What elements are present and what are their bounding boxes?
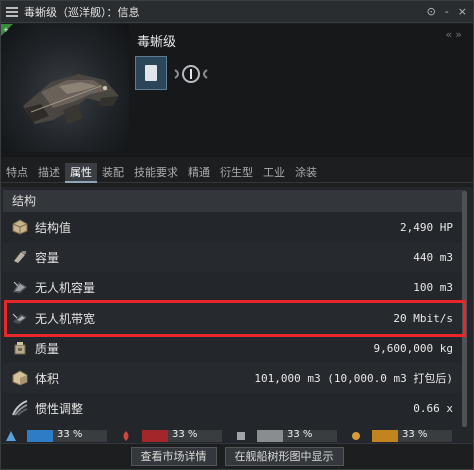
section-header-structure[interactable]: 结构 xyxy=(3,190,465,212)
faction-emblem-icon xyxy=(173,62,209,86)
drone-capacity-icon xyxy=(9,276,31,298)
attribute-value: 440 m3 xyxy=(413,250,453,264)
kinetic-resist: 33 % xyxy=(231,429,346,443)
attribute-value: 0.66 x xyxy=(413,401,453,415)
tab-industry[interactable]: 工业 xyxy=(258,163,290,183)
attribute-value: 9,600,000 kg xyxy=(373,341,453,355)
tab-traits[interactable]: 特点 xyxy=(1,163,33,183)
kinetic-resist-percent: 33 % xyxy=(287,429,313,440)
attribute-label: 体积 xyxy=(35,371,60,386)
attribute-row-capacity: 容量 440 m3 xyxy=(3,242,461,272)
kinetic-resist-fill xyxy=(257,430,284,442)
tab-skins[interactable]: 涂装 xyxy=(290,163,322,183)
volume-icon xyxy=(9,367,31,389)
mass-icon xyxy=(9,337,31,359)
structure-icon xyxy=(9,216,31,238)
info-window: 毒蜥级（巡洋舰）：信息 ⊙ - × + 毒蜥级 «» 特点 描述 属性 装配 技… xyxy=(0,0,474,470)
tab-skill-requirements[interactable]: 技能要求 xyxy=(129,163,183,183)
highlight-box xyxy=(4,300,466,337)
show-in-ship-tree-button[interactable]: 在舰船树形图中显示 xyxy=(224,447,344,466)
attribute-row-mass: 质量 9,600,000 kg xyxy=(3,333,461,363)
explosive-resist: 33 % xyxy=(346,429,461,443)
cargo-capacity-icon xyxy=(9,246,31,268)
attribute-value: 2,490 HP xyxy=(400,220,453,234)
tab-bar: 特点 描述 属性 装配 技能要求 精通 衍生型 工业 涂装 xyxy=(1,163,473,183)
menu-icon[interactable] xyxy=(6,6,18,17)
minimize-icon[interactable]: - xyxy=(445,5,449,19)
title-bar[interactable]: 毒蜥级（巡洋舰）：信息 ⊙ - × xyxy=(1,1,473,23)
attribute-label: 结构值 xyxy=(35,220,72,235)
view-market-details-button[interactable]: 查看市场详情 xyxy=(130,447,217,466)
thermal-resist-icon xyxy=(116,429,136,443)
tab-attributes[interactable]: 属性 xyxy=(65,163,97,183)
attribute-row-volume: 体积 101,000 m3 (10,000.0 m3 打包后) xyxy=(3,363,461,393)
explosive-resist-icon xyxy=(346,429,366,443)
attribute-value: 100 m3 xyxy=(413,280,453,294)
explosive-resist-percent: 33 % xyxy=(402,429,428,440)
tab-fitting[interactable]: 装配 xyxy=(97,163,129,183)
settings-icon[interactable]: ⊙ xyxy=(427,5,436,19)
resistance-bar: 33 % 33 % 33 % 33 % xyxy=(1,429,461,443)
footer-bar: 查看市场详情 在舰船树形图中显示 xyxy=(1,443,473,469)
em-resist-percent: 33 % xyxy=(57,429,83,440)
thermal-resist-percent: 33 % xyxy=(172,429,198,440)
em-resist-icon xyxy=(1,429,21,443)
svg-text:+: + xyxy=(3,26,9,34)
em-resist-fill xyxy=(27,430,54,442)
tab-description[interactable]: 描述 xyxy=(33,163,65,183)
attribute-row-inertia: 惯性调整 0.66 x xyxy=(3,393,461,423)
attribute-label: 质量 xyxy=(35,341,60,356)
attribute-label: 惯性调整 xyxy=(35,401,84,416)
thermal-resist-fill xyxy=(142,430,169,442)
kinetic-resist-icon xyxy=(231,429,251,443)
ship-image: + xyxy=(1,24,129,152)
collapse-chevron-icon[interactable]: «» xyxy=(446,28,465,41)
attribute-label: 容量 xyxy=(35,250,60,265)
close-icon[interactable]: × xyxy=(458,5,467,19)
attribute-row-drone-capacity: 无人机容量 100 m3 xyxy=(3,272,461,302)
ship-name: 毒蜥级 xyxy=(137,35,177,50)
attribute-row-structure: 结构值 2,490 HP xyxy=(3,212,461,242)
explosive-resist-fill xyxy=(372,430,399,442)
em-resist: 33 % xyxy=(1,429,116,443)
window-title: 毒蜥级（巡洋舰）：信息 xyxy=(24,5,140,19)
inertia-icon xyxy=(9,397,31,419)
skill-level-icon[interactable] xyxy=(135,56,167,90)
ship-header: + 毒蜥级 «» xyxy=(1,24,473,157)
thermal-resist: 33 % xyxy=(116,429,231,443)
attribute-label: 无人机容量 xyxy=(35,280,96,295)
tab-variations[interactable]: 衍生型 xyxy=(215,163,258,183)
attribute-value: 101,000 m3 (10,000.0 m3 打包后) xyxy=(254,372,453,385)
tab-mastery[interactable]: 精通 xyxy=(183,163,215,183)
